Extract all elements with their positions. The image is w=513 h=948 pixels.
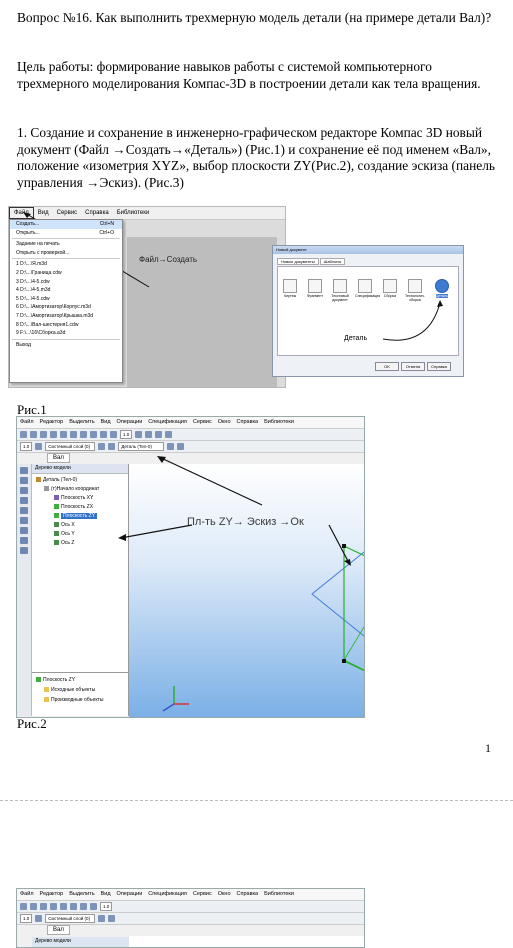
aim-paragraph: Цель работы: формирование навыков работы… <box>17 59 481 91</box>
menu-item-label: 6 D:\...\Амортизатор\Корпус.m3d <box>16 304 91 311</box>
copy-icon[interactable] <box>70 903 77 910</box>
menu-item[interactable]: Создать... Ctrl+N <box>10 220 122 229</box>
menu-item-label: 5 D:\...\4-5.cdw <box>16 295 50 302</box>
menu-item-label: 3 D:\...\4-5.cdw <box>16 278 50 285</box>
menu-item-label: Открыть с проверкой... <box>16 249 70 256</box>
menu-item[interactable]: 3 D:\...\4-5.cdw <box>10 278 122 287</box>
menu-libraries[interactable]: Библиотеки <box>261 889 297 899</box>
figure-1-screenshot: Файл Вид Сервис Справка Библиотеки Файл→Созд… <box>8 206 286 388</box>
menu-specification[interactable]: Спецификация <box>145 889 190 899</box>
annotation-arrows <box>118 456 351 566</box>
open-icon[interactable] <box>30 903 37 910</box>
menu-item-label: 2 D:\...\Граница.cdw <box>16 269 62 276</box>
menu-item[interactable]: Выход <box>10 341 122 350</box>
menu-item-label: Выход <box>16 341 31 348</box>
menu-view[interactable]: Вид <box>98 889 114 899</box>
question-title: Вопрос №16. Как выполнить трехмерную мод… <box>17 10 492 25</box>
menu-item[interactable]: 5 D:\...\4-5.cdw <box>10 295 122 304</box>
menu-window[interactable]: Окно <box>215 889 234 899</box>
scale-field[interactable]: 1.0 <box>20 914 33 923</box>
3d-viewport[interactable] <box>129 936 364 947</box>
help-button[interactable]: Справка <box>427 362 451 371</box>
menu-item-label: 4 D:\...\4-5.m3d <box>16 287 51 294</box>
file-dropdown-menu: Создать... Ctrl+N Открыть... Ctrl+O Задание … <box>9 219 123 383</box>
menu-item-label: Создать... <box>16 221 40 227</box>
color-icon[interactable] <box>108 915 116 922</box>
cut-icon[interactable] <box>60 903 67 910</box>
menu-item[interactable]: 9 F:\...\16\Сборка.a3d <box>10 329 122 338</box>
property-toolbar: 1.0 Системный слой (0) <box>17 913 364 925</box>
layer-icon[interactable] <box>35 915 43 922</box>
undo-icon[interactable] <box>80 903 87 910</box>
menu-item[interactable]: Открыть... Ctrl+O <box>10 229 122 238</box>
menu-item-label: 9 F:\...\16\Сборка.a3d <box>16 330 66 337</box>
new-document-dialog: Новый документ Новые документы Шаблоны Че… <box>272 245 464 377</box>
cancel-button[interactable]: Отмена <box>401 362 425 371</box>
menu-item-label: 8 D:\...\Вал-шестерня1.cdw <box>16 321 79 328</box>
menu-bar: Файл Редактор Выделить Вид Операции Специфика… <box>17 889 364 901</box>
tab-new-documents[interactable]: Новые документы <box>277 258 319 265</box>
document-tabs: Вал <box>47 925 70 935</box>
figure-3-screenshot: Файл Редактор Выделить Вид Операции Специфика… <box>16 888 365 948</box>
page-number: 1 <box>485 741 491 755</box>
menu-separator <box>12 258 120 260</box>
menu-separator <box>12 238 120 240</box>
menu-operations[interactable]: Операции <box>114 889 146 899</box>
caption-fig2: Рис.2 <box>17 716 47 731</box>
menu-editor[interactable]: Редактор <box>37 889 67 899</box>
menu-item[interactable]: Открыть с проверкой... <box>10 249 122 258</box>
save-icon[interactable] <box>40 903 47 910</box>
menu-item-label: Задание на печать <box>16 241 60 248</box>
menu-item[interactable]: 6 D:\...\Амортизатор\Корпус.m3d <box>10 303 122 312</box>
figure-2-screenshot: Файл Редактор Выделить Вид Операции Специфика… <box>16 416 365 718</box>
ok-button[interactable]: OK <box>375 362 399 371</box>
print-icon[interactable] <box>50 903 57 910</box>
menu-item-shortcut: Ctrl+O <box>99 229 114 236</box>
document-type-list: Чертеж Фрагмент Текстовый документ Специ… <box>277 266 459 356</box>
zoom-field[interactable]: 1.0 <box>100 902 113 911</box>
menu-item-label: 1 D:\...\Я.m3d <box>16 261 47 268</box>
menu-service[interactable]: Сервис <box>190 889 215 899</box>
dialog-title: Новый документ <box>273 246 463 254</box>
menu-help[interactable]: Справка <box>234 889 262 899</box>
menu-item[interactable]: 2 D:\...\Граница.cdw <box>10 269 122 278</box>
menu-item-label: Открыть... <box>16 229 40 236</box>
menu-select[interactable]: Выделить <box>66 889 97 899</box>
annotation-arrow-detail <box>382 300 443 341</box>
menu-item-label: 7 D:\...\Амортизатор\Крышка.m3d <box>16 312 94 319</box>
menu-item-shortcut: Ctrl+N <box>99 221 114 227</box>
tab-templates[interactable]: Шаблоны <box>319 258 346 265</box>
menu-item[interactable]: 7 D:\...\Амортизатор\Крышка.m3d <box>10 312 122 321</box>
menu-file[interactable]: Файл <box>17 889 37 899</box>
menu-item[interactable]: 1 D:\...\Я.m3d <box>10 260 122 269</box>
menu-item[interactable]: Задание на печать <box>10 240 122 249</box>
menu-item[interactable]: 8 D:\...\Вал-шестерня1.cdw <box>10 321 122 330</box>
annotation-plane-zy: Пл-ть ZY→ Эскиз →Ок <box>187 516 304 528</box>
menu-separator <box>12 338 120 340</box>
menu-item[interactable]: 4 D:\...\4-5.m3d <box>10 286 122 295</box>
zoom-icon[interactable] <box>90 903 97 910</box>
new-icon[interactable] <box>20 903 27 910</box>
step1-paragraph: 1. Создание и сохранение в инженерно-гра… <box>17 125 495 190</box>
dialog-tabs: Новые документы Шаблоны <box>277 258 346 265</box>
filter-icon[interactable] <box>98 915 106 922</box>
layer-select[interactable]: Системный слой (0) <box>45 914 96 923</box>
tab-val[interactable]: Вал <box>47 925 70 935</box>
page-break <box>0 800 513 813</box>
standard-toolbar: 1.0 <box>17 901 364 913</box>
